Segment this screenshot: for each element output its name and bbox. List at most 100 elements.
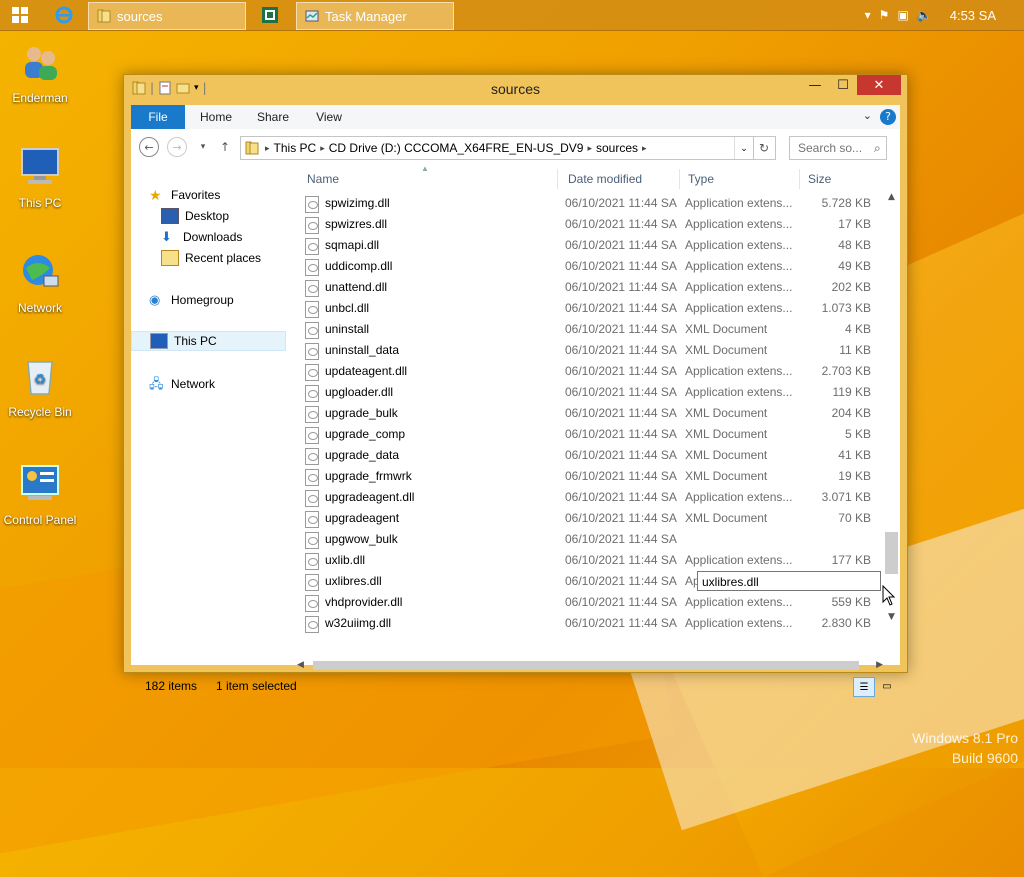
breadcrumb-separator-icon[interactable]: ▸ — [320, 143, 325, 154]
nav-homegroup[interactable]: ◉ Homegroup — [149, 290, 234, 310]
table-row[interactable]: upgloader.dll 06/10/2021 11:44 SA Applicat… — [297, 382, 883, 403]
column-header-name[interactable]: Name — [307, 172, 339, 186]
file-date: 06/10/2021 11:44 SA — [565, 301, 677, 315]
horizontal-scrollbar[interactable]: ◀ ▶ — [297, 657, 883, 673]
column-header-type[interactable]: Type — [688, 172, 714, 186]
file-name: upgradeagent.dll — [325, 490, 415, 504]
back-button[interactable]: ← — [139, 137, 159, 157]
table-row[interactable]: spwizimg.dll 06/10/2021 11:44 SA Applicati… — [297, 193, 883, 214]
table-row[interactable]: upgradeagent.dll 06/10/2021 11:44 SA Appli… — [297, 487, 883, 508]
file-type: XML Document — [685, 469, 768, 483]
file-type: XML Document — [685, 511, 768, 525]
internet-explorer-button[interactable] — [50, 2, 78, 28]
taskbar-explorer-button[interactable]: sources — [88, 2, 246, 30]
breadcrumb-this-pc[interactable]: This PC — [274, 141, 317, 155]
nav-downloads[interactable]: ⬇ Downloads — [161, 227, 242, 247]
table-row[interactable]: uxlib.dll 06/10/2021 11:44 SA Application … — [297, 550, 883, 571]
details-view-button[interactable]: ☰ — [853, 677, 875, 697]
network-status-icon[interactable]: ▣ — [897, 8, 908, 22]
desktop-icon-control-panel[interactable]: Control Panel — [0, 462, 80, 527]
show-hidden-icons-icon[interactable]: ▾ — [865, 8, 871, 22]
minimize-button[interactable]: — — [801, 75, 829, 95]
table-row[interactable]: upgrade_frmwrk 06/10/2021 11:44 SA XML Doc… — [297, 466, 883, 487]
help-icon[interactable]: ? — [880, 109, 896, 125]
breadcrumb-sources[interactable]: sources — [596, 141, 638, 155]
table-row[interactable]: upgrade_data 06/10/2021 11:44 SA XML Docum… — [297, 445, 883, 466]
search-box[interactable]: ⌕ — [789, 136, 887, 160]
taskbar-task-label: Task Manager — [325, 8, 407, 24]
excel-button[interactable] — [256, 2, 284, 28]
tab-view[interactable]: View — [307, 105, 351, 129]
scroll-down-arrow-icon[interactable]: ▼ — [883, 612, 900, 628]
forward-button[interactable]: → — [167, 137, 187, 157]
file-name: upgrade_data — [325, 448, 400, 462]
search-input[interactable] — [796, 140, 870, 156]
scroll-up-arrow-icon[interactable]: ▲ — [883, 192, 900, 208]
desktop-icon-user[interactable]: Enderman — [0, 40, 80, 105]
column-divider[interactable] — [679, 169, 680, 189]
table-row[interactable]: w32uiimg.dll 06/10/2021 11:44 SA Applicati… — [297, 613, 883, 634]
refresh-button[interactable]: ↻ — [753, 136, 776, 160]
tab-share[interactable]: Share — [251, 105, 295, 129]
table-row[interactable]: updateagent.dll 06/10/2021 11:44 SA Applic… — [297, 361, 883, 382]
table-row[interactable]: unbcl.dll 06/10/2021 11:44 SA Application … — [297, 298, 883, 319]
expand-ribbon-icon[interactable]: ⌄ — [863, 109, 872, 122]
vertical-scroll-thumb[interactable] — [885, 532, 898, 574]
file-type: XML Document — [685, 322, 768, 336]
nav-favorites[interactable]: ★ Favorites — [149, 185, 220, 205]
address-dropdown-icon[interactable]: ⌄ — [734, 137, 753, 159]
table-row[interactable]: uninstall_data 06/10/2021 11:44 SA XML Doc… — [297, 340, 883, 361]
column-header-size[interactable]: Size — [808, 172, 831, 186]
search-icon[interactable]: ⌕ — [874, 141, 881, 156]
taskbar-taskmanager-button[interactable]: Task Manager — [296, 2, 454, 30]
table-row[interactable]: sqmapi.dll 06/10/2021 11:44 SA Application… — [297, 235, 883, 256]
file-name: uninstall_data — [325, 343, 400, 357]
file-date: 06/10/2021 11:44 SA — [565, 385, 677, 399]
nav-desktop[interactable]: Desktop — [161, 206, 229, 226]
file-type: Application extens... — [685, 385, 793, 399]
start-button[interactable] — [6, 2, 34, 28]
table-row[interactable]: upgrade_comp 06/10/2021 11:44 SA XML Docum… — [297, 424, 883, 445]
large-icons-view-button[interactable]: ▭ — [877, 677, 897, 695]
desktop-icon-network[interactable]: Network — [0, 250, 80, 315]
tab-file[interactable]: File — [131, 105, 185, 129]
breadcrumb-separator-icon[interactable]: ▸ — [265, 143, 270, 154]
up-button[interactable]: ↑ — [215, 137, 235, 157]
maximize-button[interactable]: ☐ — [829, 75, 857, 95]
computer-icon — [150, 333, 168, 349]
table-row[interactable]: unattend.dll 06/10/2021 11:44 SA Applicati… — [297, 277, 883, 298]
table-row[interactable]: spwizres.dll 06/10/2021 11:44 SA Applicati… — [297, 214, 883, 235]
file-date: 06/10/2021 11:44 SA — [565, 490, 677, 504]
column-header-date[interactable]: Date modified — [568, 172, 642, 186]
desktop-icon-recycle-bin[interactable]: ♻ Recycle Bin — [0, 354, 80, 419]
navigation-bar: ← → ▾ ↑ ▸ This PC ▸ CD Drive (D:) CCCOMA… — [131, 129, 900, 165]
table-row[interactable]: upgwow_bulk 06/10/2021 11:44 SA — [297, 529, 883, 550]
column-divider[interactable] — [799, 169, 800, 189]
action-center-flag-icon[interactable]: ⚑ — [879, 8, 890, 22]
table-row[interactable]: upgradeagent 06/10/2021 11:44 SA XML Docum… — [297, 508, 883, 529]
address-bar[interactable]: ▸ This PC ▸ CD Drive (D:) CCCOMA_X64FRE_… — [240, 136, 754, 160]
breadcrumb-separator-icon[interactable]: ▸ — [642, 143, 647, 154]
close-button[interactable]: ✕ — [857, 75, 901, 95]
title-bar[interactable]: | ▾ | sources — ☐ ✕ — [124, 75, 907, 105]
table-row[interactable]: uninstall 06/10/2021 11:44 SA XML Document… — [297, 319, 883, 340]
clock[interactable]: 4:53 SA — [950, 8, 996, 23]
breadcrumb-cd-drive[interactable]: CD Drive (D:) CCCOMA_X64FRE_EN-US_DV9 — [329, 141, 584, 155]
tab-home[interactable]: Home — [193, 105, 239, 129]
table-row[interactable]: upgrade_bulk 06/10/2021 11:44 SA XML Docum… — [297, 403, 883, 424]
recent-locations-dropdown[interactable]: ▾ — [193, 137, 213, 157]
table-row[interactable]: vhdprovider.dll 06/10/2021 11:44 SA Applic… — [297, 592, 883, 613]
file-icon — [305, 280, 319, 297]
volume-muted-icon[interactable]: 🔈 — [917, 8, 932, 22]
scroll-left-arrow-icon[interactable]: ◀ — [297, 657, 311, 673]
nav-recent-places[interactable]: Recent places — [161, 248, 261, 268]
nav-network[interactable]: 🖧 Network — [149, 374, 215, 394]
desktop-icon-this-pc[interactable]: This PC — [0, 145, 80, 210]
table-row[interactable]: uddicomp.dll 06/10/2021 11:44 SA Applicati… — [297, 256, 883, 277]
file-type: Application extens... — [685, 217, 793, 231]
column-divider[interactable] — [557, 169, 558, 189]
scroll-right-arrow-icon[interactable]: ▶ — [869, 657, 883, 673]
nav-this-pc[interactable]: This PC — [131, 331, 286, 351]
breadcrumb-separator-icon[interactable]: ▸ — [587, 143, 592, 154]
horizontal-scroll-thumb[interactable] — [313, 661, 859, 670]
